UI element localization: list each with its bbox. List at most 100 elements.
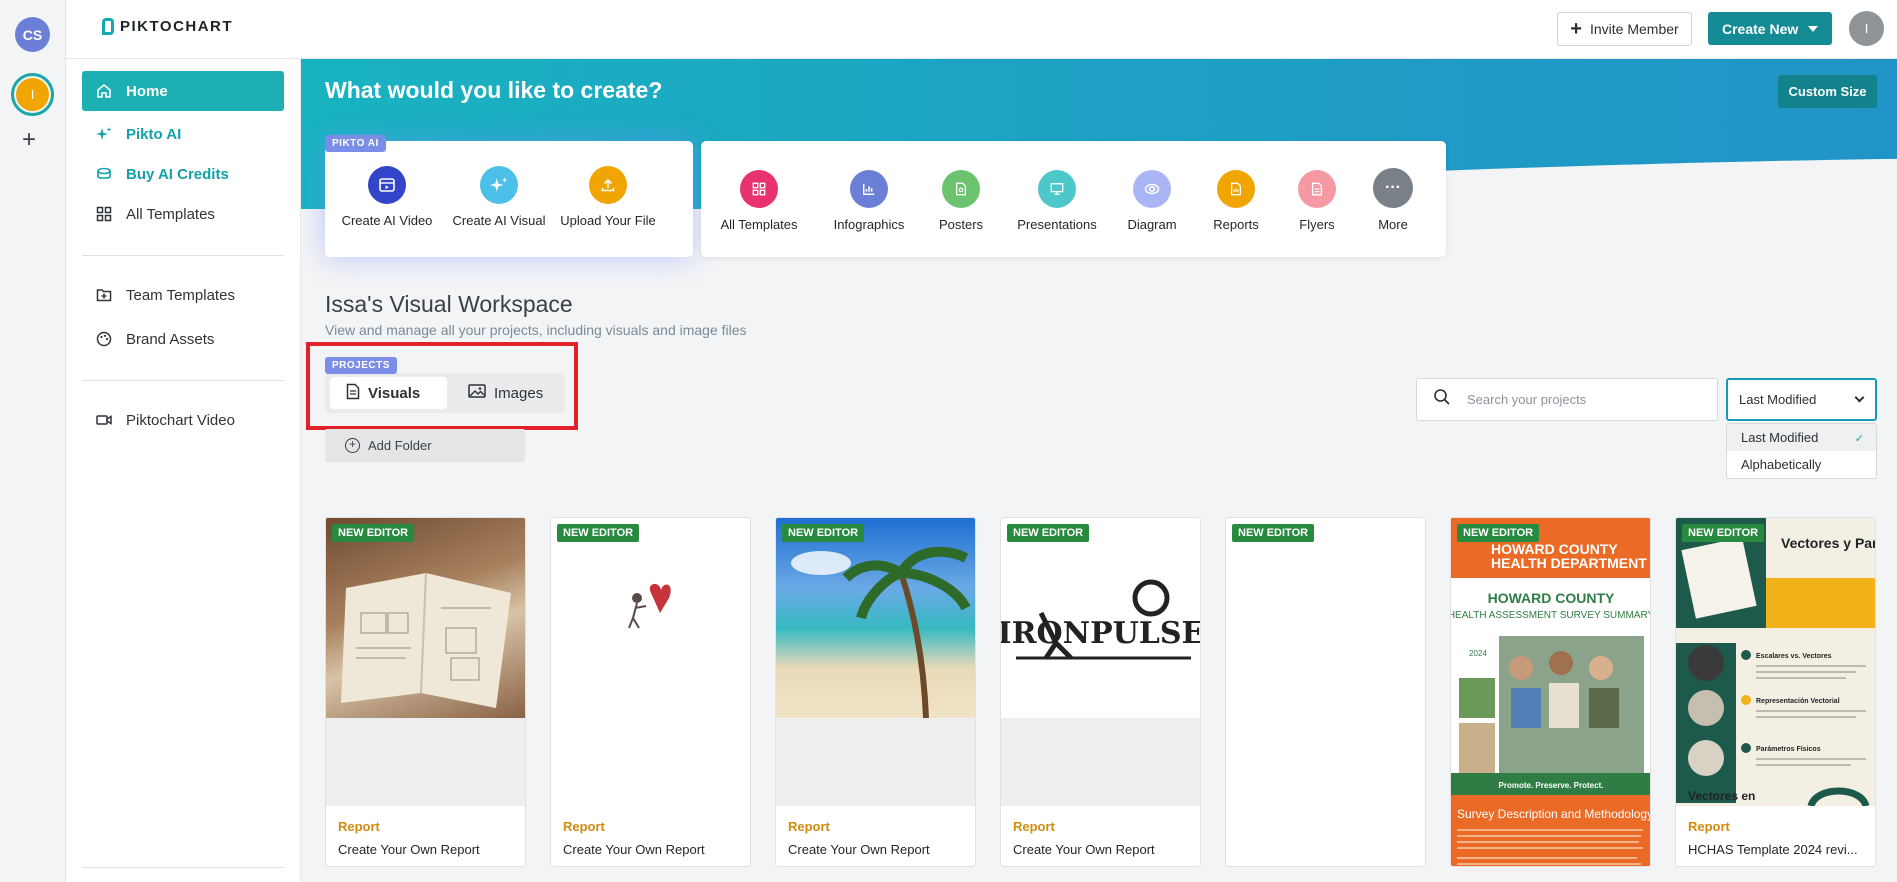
type-label: All Templates xyxy=(720,217,798,232)
type-infographics[interactable]: Infographics xyxy=(819,170,919,232)
invite-member-button[interactable]: + Invite Member xyxy=(1557,12,1692,46)
poster-icon xyxy=(942,170,980,208)
workspace-title: Issa's Visual Workspace xyxy=(325,291,573,317)
sidebar-item-all-templates[interactable]: All Templates xyxy=(82,194,284,234)
folder-plus-icon xyxy=(96,287,112,303)
project-card[interactable]: Vectores y Parámetros Escalares vs. Vect… xyxy=(1675,517,1876,867)
create-new-button[interactable]: Create New xyxy=(1708,12,1832,45)
new-editor-badge: NEW EDITOR xyxy=(782,524,865,542)
workspace-avatar[interactable]: CS xyxy=(15,17,50,52)
video-icon xyxy=(368,166,406,204)
top-bar: PIKTOCHART + Invite Member Create New I xyxy=(66,0,1897,59)
thumbnail-backdrop xyxy=(776,718,975,806)
sidebar-item-buy-ai-credits[interactable]: Buy AI Credits xyxy=(82,154,284,194)
type-label: Posters xyxy=(938,217,984,232)
main-content: What would you like to create? Custom Si… xyxy=(301,59,1897,882)
card-title: Create Your Own Report xyxy=(1013,842,1155,857)
tile-label: Create AI Video xyxy=(341,213,433,228)
type-more[interactable]: ··· More xyxy=(1343,168,1443,232)
sidebar-item-brand-assets[interactable]: Brand Assets xyxy=(82,319,284,359)
sidebar-item-home[interactable]: Home xyxy=(82,71,284,111)
howard-county-thumbnail: HOWARD COUNTY HEALTH DEPARTMENT HOWARD C… xyxy=(1451,518,1650,866)
sidebar-item-label: Piktochart Video xyxy=(126,411,235,429)
hc-tagline: Promote. Preserve. Protect. xyxy=(1499,781,1604,790)
sidebar-item-piktochart-video[interactable]: Piktochart Video xyxy=(82,400,284,440)
new-editor-badge: NEW EDITOR xyxy=(1682,524,1765,542)
sort-option-last-modified[interactable]: Last Modified ✓ xyxy=(1727,424,1876,451)
video-icon xyxy=(96,412,112,428)
hc-section-title: Survey Description and Methodology xyxy=(1457,807,1650,821)
sort-option-label: Alphabetically xyxy=(1741,457,1822,472)
project-search[interactable] xyxy=(1416,378,1718,421)
vp-item1: Escalares vs. Vectores xyxy=(1756,653,1832,660)
project-card[interactable]: IRONPULSE NEW EDITOR Report Create Your … xyxy=(1000,517,1201,867)
card-category: Report xyxy=(1688,819,1730,834)
upload-icon xyxy=(589,166,627,204)
chevron-down-icon xyxy=(1854,392,1865,403)
upload-file-tile[interactable]: Upload Your File xyxy=(546,166,670,228)
chart-icon xyxy=(850,170,888,208)
vp-item3: Parámetros Físicos xyxy=(1756,746,1821,753)
sidebar-divider xyxy=(82,255,284,256)
hc-title-line2: HEALTH ASSESSMENT SURVEY SUMMARY xyxy=(1451,610,1650,621)
beach-thumbnail xyxy=(776,518,975,719)
add-folder-label: Add Folder xyxy=(368,438,432,453)
search-icon xyxy=(1433,388,1451,411)
sort-dropdown-menu: Last Modified ✓ Alphabetically xyxy=(1726,423,1877,479)
vp-title: Vectores y Parámetros xyxy=(1781,535,1875,551)
plus-icon: + xyxy=(1570,17,1582,40)
new-editor-badge: NEW EDITOR xyxy=(1232,524,1315,542)
sidebar-item-label: Brand Assets xyxy=(126,330,215,348)
type-label: More xyxy=(1378,217,1408,232)
caret-down-icon xyxy=(1808,26,1818,32)
brand-logo[interactable]: PIKTOCHART xyxy=(102,18,233,35)
sidebar-item-team-templates[interactable]: Team Templates xyxy=(82,275,284,315)
search-input[interactable] xyxy=(1467,392,1687,407)
palette-icon xyxy=(96,331,112,347)
project-card[interactable]: NEW EDITOR Report Create Your Own Report xyxy=(550,517,751,867)
user-workspace-initial: I xyxy=(16,78,49,111)
projects-badge: PROJECTS xyxy=(325,357,397,374)
heart-thumbnail xyxy=(551,518,750,803)
project-card[interactable]: HOWARD COUNTY HEALTH DEPARTMENT HOWARD C… xyxy=(1450,517,1651,867)
type-label: Diagram xyxy=(1127,217,1177,232)
sidebar-item-label: Pikto AI xyxy=(126,125,182,143)
project-card[interactable]: NEW EDITOR xyxy=(1225,517,1426,867)
add-folder-button[interactable]: + Add Folder xyxy=(325,429,525,462)
sidebar-item-pikto-ai[interactable]: Pikto AI xyxy=(82,114,284,154)
workspace-subtitle: View and manage all your projects, inclu… xyxy=(325,322,747,338)
new-editor-badge: NEW EDITOR xyxy=(332,524,415,542)
custom-size-button[interactable]: Custom Size xyxy=(1778,75,1877,108)
hero-title: What would you like to create? xyxy=(325,77,663,103)
type-all-templates[interactable]: All Templates xyxy=(709,170,809,232)
user-workspace-avatar[interactable]: I xyxy=(11,73,54,116)
sort-select[interactable]: Last Modified xyxy=(1726,378,1877,421)
project-card[interactable]: NEW EDITOR Report Create Your Own Report xyxy=(775,517,976,867)
card-title: Create Your Own Report xyxy=(338,842,480,857)
sparkle-icon xyxy=(480,166,518,204)
ironpulse-thumbnail: IRONPULSE xyxy=(1001,518,1200,718)
check-icon: ✓ xyxy=(1854,433,1864,445)
type-label: Presentations xyxy=(1017,217,1097,232)
vp-footer: Vectores en xyxy=(1688,789,1755,803)
card-title: HCHAS Template 2024 revi... xyxy=(1688,842,1858,857)
brand-name: PIKTOCHART xyxy=(120,18,234,35)
type-posters[interactable]: Posters xyxy=(911,170,1011,232)
user-avatar[interactable]: I xyxy=(1849,11,1884,46)
add-workspace-button[interactable]: + xyxy=(22,126,36,154)
sort-option-alphabetically[interactable]: Alphabetically xyxy=(1727,451,1876,478)
highlight-box xyxy=(306,342,578,430)
flyer-icon xyxy=(1298,170,1336,208)
presentation-icon xyxy=(1038,170,1076,208)
sidebar: Home Pikto AI Buy AI Credits All Templat… xyxy=(66,59,301,882)
sidebar-item-label: Buy AI Credits xyxy=(126,165,229,183)
create-ai-visual-tile[interactable]: Create AI Visual xyxy=(437,166,561,228)
project-card[interactable]: NEW EDITOR Report Create Your Own Report xyxy=(325,517,526,867)
create-ai-video-tile[interactable]: Create AI Video xyxy=(325,166,449,228)
type-label: Infographics xyxy=(833,217,905,232)
pikto-ai-badge: PIKTO AI xyxy=(325,135,386,152)
home-icon xyxy=(96,83,112,99)
grid-icon xyxy=(96,206,112,222)
type-presentations[interactable]: Presentations xyxy=(1007,170,1107,232)
sidebar-divider xyxy=(82,867,284,868)
